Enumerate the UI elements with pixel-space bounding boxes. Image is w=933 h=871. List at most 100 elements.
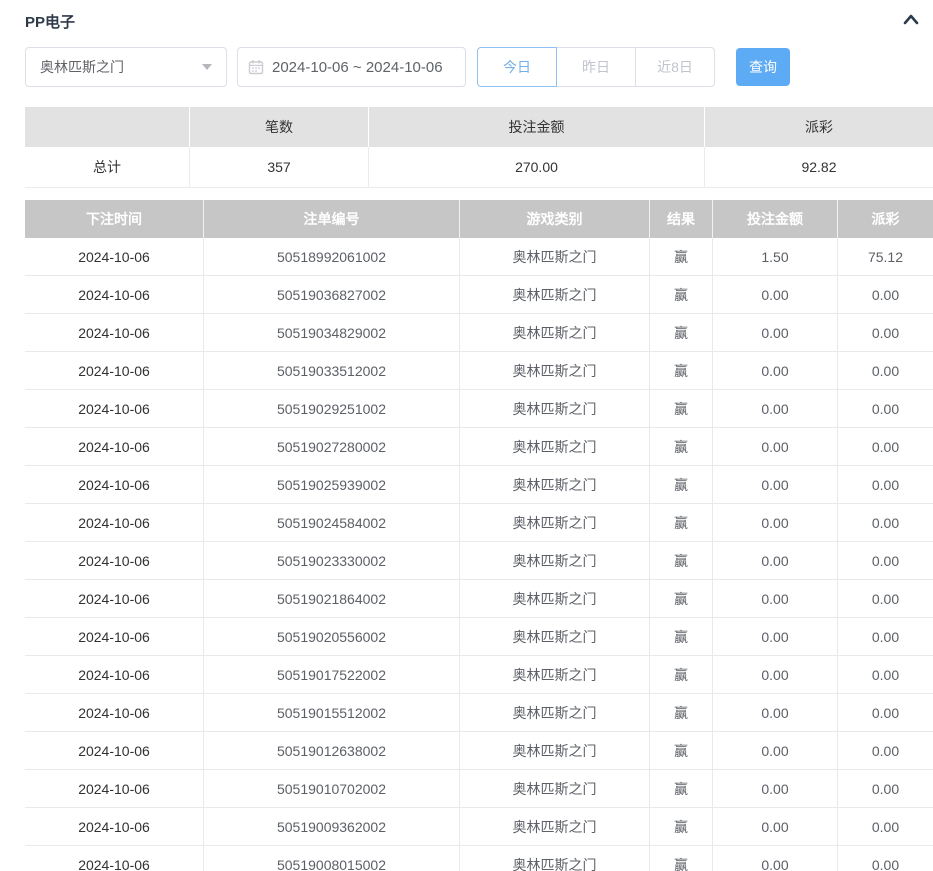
table-cell: 0.00 <box>713 314 838 351</box>
table-cell: 50519036827002 <box>204 276 460 313</box>
table-cell: 奥林匹斯之门 <box>460 466 650 503</box>
table-row: 2024-10-0650519015512002奥林匹斯之门赢0.000.00 <box>25 694 933 732</box>
table-cell: 50519015512002 <box>204 694 460 731</box>
table-cell: 奥林匹斯之门 <box>460 580 650 617</box>
table-cell: 奥林匹斯之门 <box>460 428 650 465</box>
caret-down-icon <box>202 64 212 70</box>
table-cell: 2024-10-06 <box>25 846 204 871</box>
table-cell: 2024-10-06 <box>25 580 204 617</box>
table-row: 2024-10-0650519023330002奥林匹斯之门赢0.000.00 <box>25 542 933 580</box>
today-button[interactable]: 今日 <box>477 47 557 87</box>
summary-total-row: 总计 357 270.00 92.82 <box>25 147 933 188</box>
table-cell: 2024-10-06 <box>25 466 204 503</box>
chevron-up-icon <box>901 12 921 31</box>
table-cell: 50519021864002 <box>204 580 460 617</box>
table-cell: 赢 <box>650 580 713 617</box>
date-range-value: 2024-10-06 ~ 2024-10-06 <box>272 59 443 76</box>
table-cell: 50519008015002 <box>204 846 460 871</box>
column-header-order-number: 注单编号 <box>204 200 460 238</box>
collapse-button[interactable] <box>901 12 921 31</box>
table-cell: 赢 <box>650 504 713 541</box>
table-row: 2024-10-0650519008015002奥林匹斯之门赢0.000.00 <box>25 846 933 871</box>
table-cell: 0.00 <box>713 770 838 807</box>
table-cell: 0.00 <box>838 542 933 579</box>
table-cell: 奥林匹斯之门 <box>460 656 650 693</box>
summary-header-payout: 派彩 <box>705 107 933 147</box>
table-cell: 赢 <box>650 466 713 503</box>
table-cell: 0.00 <box>838 352 933 389</box>
table-cell: 奥林匹斯之门 <box>460 390 650 427</box>
table-cell: 赢 <box>650 390 713 427</box>
bet-records-table: 下注时间 注单编号 游戏类别 结果 投注金额 派彩 2024-10-065051… <box>25 200 933 871</box>
table-row: 2024-10-0650519029251002奥林匹斯之门赢0.000.00 <box>25 390 933 428</box>
table-cell: 0.00 <box>838 656 933 693</box>
table-cell: 0.00 <box>713 732 838 769</box>
yesterday-button[interactable]: 昨日 <box>556 47 636 87</box>
table-cell: 赢 <box>650 694 713 731</box>
table-cell: 50519025939002 <box>204 466 460 503</box>
table-cell: 2024-10-06 <box>25 656 204 693</box>
summary-total-label: 总计 <box>25 147 190 187</box>
table-cell: 奥林匹斯之门 <box>460 732 650 769</box>
summary-total-payout: 92.82 <box>705 147 933 187</box>
last-8-days-button[interactable]: 近8日 <box>635 47 715 87</box>
table-cell: 75.12 <box>838 238 933 275</box>
table-row: 2024-10-0650519012638002奥林匹斯之门赢0.000.00 <box>25 732 933 770</box>
table-row: 2024-10-0650519025939002奥林匹斯之门赢0.000.00 <box>25 466 933 504</box>
table-cell: 赢 <box>650 618 713 655</box>
search-button[interactable]: 查询 <box>736 48 790 86</box>
table-cell: 赢 <box>650 808 713 845</box>
table-cell: 奥林匹斯之门 <box>460 314 650 351</box>
table-cell: 0.00 <box>838 618 933 655</box>
bet-table-body: 2024-10-0650518992061002奥林匹斯之门赢1.5075.12… <box>25 238 933 871</box>
table-cell: 2024-10-06 <box>25 428 204 465</box>
table-cell: 2024-10-06 <box>25 808 204 845</box>
table-cell: 奥林匹斯之门 <box>460 352 650 389</box>
table-cell: 50519023330002 <box>204 542 460 579</box>
column-header-result: 结果 <box>650 200 713 238</box>
table-cell: 0.00 <box>713 504 838 541</box>
table-cell: 50519020556002 <box>204 618 460 655</box>
table-cell: 2024-10-06 <box>25 352 204 389</box>
table-cell: 0.00 <box>838 694 933 731</box>
table-cell: 50519009362002 <box>204 808 460 845</box>
table-cell: 50519017522002 <box>204 656 460 693</box>
table-cell: 0.00 <box>713 276 838 313</box>
table-cell: 50519012638002 <box>204 732 460 769</box>
pp-games-panel: PP电子 奥林匹斯之门 <box>0 0 933 871</box>
table-row: 2024-10-0650519024584002奥林匹斯之门赢0.000.00 <box>25 504 933 542</box>
game-select-value: 奥林匹斯之门 <box>40 57 124 77</box>
game-select[interactable]: 奥林匹斯之门 <box>25 47 227 87</box>
table-cell: 1.50 <box>713 238 838 275</box>
column-header-bet-amount: 投注金额 <box>713 200 838 238</box>
table-cell: 赢 <box>650 542 713 579</box>
summary-total-bet-amount: 270.00 <box>369 147 705 187</box>
table-cell: 50519024584002 <box>204 504 460 541</box>
table-cell: 奥林匹斯之门 <box>460 276 650 313</box>
table-cell: 0.00 <box>713 352 838 389</box>
table-cell: 50519034829002 <box>204 314 460 351</box>
table-cell: 50519010702002 <box>204 770 460 807</box>
table-cell: 0.00 <box>713 466 838 503</box>
table-cell: 0.00 <box>838 770 933 807</box>
table-cell: 赢 <box>650 770 713 807</box>
table-row: 2024-10-0650519009362002奥林匹斯之门赢0.000.00 <box>25 808 933 846</box>
summary-header-count: 笔数 <box>190 107 369 147</box>
table-cell: 奥林匹斯之门 <box>460 542 650 579</box>
table-row: 2024-10-0650519033512002奥林匹斯之门赢0.000.00 <box>25 352 933 390</box>
date-range-input[interactable]: 2024-10-06 ~ 2024-10-06 <box>237 47 466 87</box>
table-cell: 0.00 <box>713 580 838 617</box>
table-cell: 奥林匹斯之门 <box>460 808 650 845</box>
summary-table: 笔数 投注金额 派彩 总计 357 270.00 92.82 <box>25 107 933 188</box>
column-header-game-category: 游戏类别 <box>460 200 650 238</box>
table-cell: 0.00 <box>838 428 933 465</box>
table-cell: 0.00 <box>713 428 838 465</box>
table-cell: 50518992061002 <box>204 238 460 275</box>
filter-bar: 奥林匹斯之门 2024-10-06 ~ 2024-10-06 <box>25 47 933 87</box>
table-cell: 50519029251002 <box>204 390 460 427</box>
table-row: 2024-10-0650519010702002奥林匹斯之门赢0.000.00 <box>25 770 933 808</box>
table-header-row: 下注时间 注单编号 游戏类别 结果 投注金额 派彩 <box>25 200 933 238</box>
quick-range-button-group: 今日 昨日 近8日 <box>477 47 715 87</box>
table-cell: 50519027280002 <box>204 428 460 465</box>
table-cell: 0.00 <box>838 504 933 541</box>
